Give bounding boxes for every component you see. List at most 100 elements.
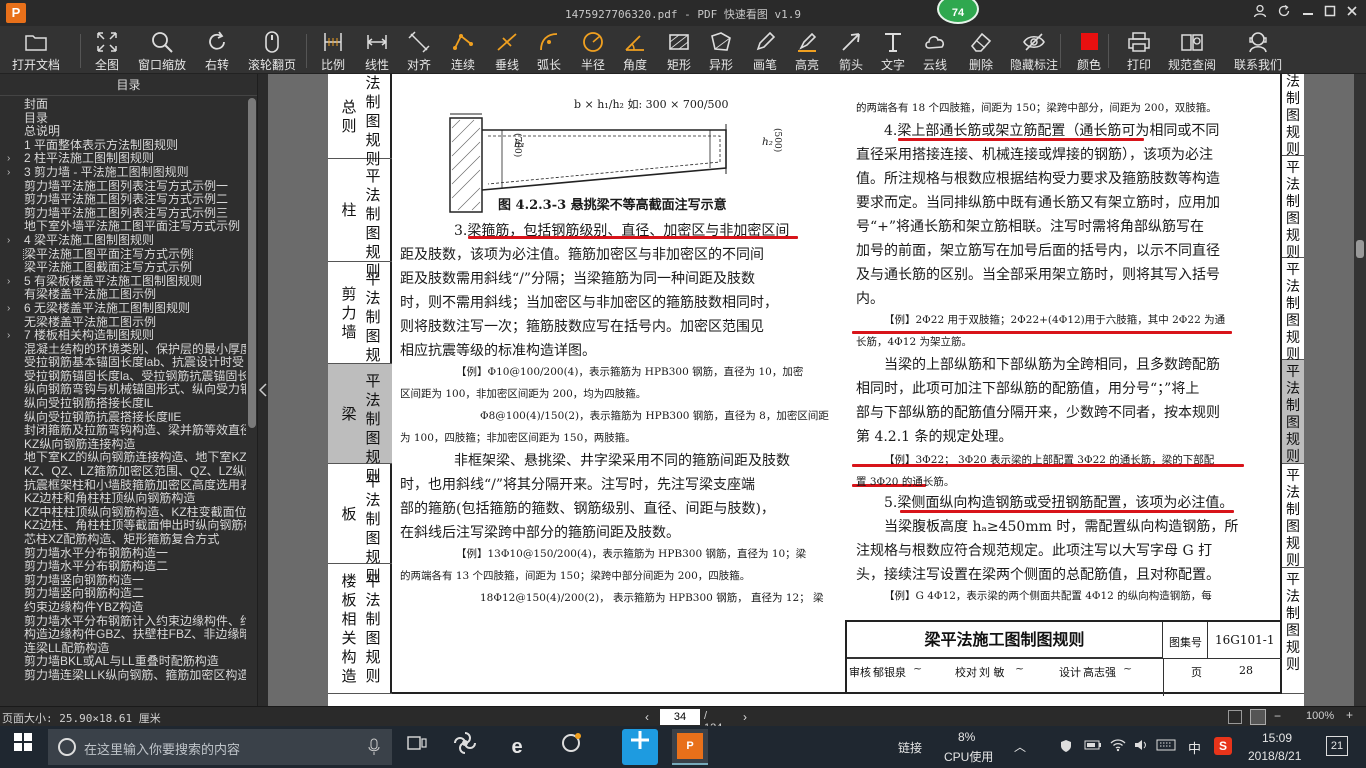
- toolbar-button-angle[interactable]: 角度: [620, 28, 650, 72]
- right-section-tab[interactable]: 法制图规则: [1282, 74, 1304, 158]
- toc-item[interactable]: › 2 柱平法施工图制图规则: [0, 152, 246, 166]
- toolbar-button-arc[interactable]: 弧长: [534, 28, 564, 72]
- toc-item[interactable]: 目录: [0, 112, 246, 126]
- toc-item[interactable]: 纵向钢筋弯钩与机械锚固形式、纵向受力钢: [0, 383, 246, 397]
- user-icon[interactable]: [1250, 4, 1270, 22]
- toolbar-button-text[interactable]: 文字: [878, 28, 908, 72]
- expand-arrow-icon[interactable]: ›: [7, 329, 10, 343]
- network-shield-icon[interactable]: [1060, 739, 1072, 756]
- sogou-ime-icon[interactable]: S: [1214, 737, 1232, 755]
- fan-app-icon[interactable]: [450, 732, 480, 762]
- toc-item[interactable]: 连梁LL配筋构造: [0, 642, 246, 656]
- right-section-tab[interactable]: 平法制图规则: [1282, 464, 1304, 569]
- toc-item[interactable]: 剪力墙连梁LLK纵向钢筋、箍筋加密区构造: [0, 669, 246, 683]
- left-section-tab[interactable]: 总则 法制图规则: [328, 74, 392, 168]
- taskbar-search-box[interactable]: 在这里输入你要搜索的内容: [48, 729, 392, 765]
- continuous-view-icon[interactable]: [1250, 709, 1266, 725]
- toc-item[interactable]: 剪力墙竖向钢筋构造二: [0, 587, 246, 601]
- windows-start-icon[interactable]: [8, 732, 38, 762]
- left-section-tab[interactable]: 楼板相关构造 平法制图规则: [328, 564, 392, 694]
- left-section-tab[interactable]: 板平法制图规则: [328, 464, 392, 585]
- left-section-tab[interactable]: 梁平法制图规则: [328, 364, 392, 485]
- toc-scrollbar[interactable]: [247, 98, 257, 704]
- toc-item[interactable]: 纵向受拉钢筋抗震搭接长度llE: [0, 411, 246, 425]
- zoom-out-icon[interactable]: −: [1274, 709, 1281, 723]
- toc-item[interactable]: KZ纵向钢筋连接构造: [0, 438, 246, 452]
- prev-page-chevron-icon[interactable]: ‹: [640, 708, 654, 726]
- toc-item[interactable]: 混凝土结构的环境类别、保护层的最小厚度: [0, 343, 246, 357]
- toc-item[interactable]: 1 平面整体表示方法制图规则: [0, 139, 246, 153]
- close-icon[interactable]: [1342, 4, 1362, 22]
- toolbar-button-cloud[interactable]: 云线: [920, 28, 950, 72]
- right-section-tab[interactable]: 平法制图规则: [1282, 568, 1304, 694]
- battery-icon[interactable]: [1084, 739, 1102, 754]
- left-section-tab[interactable]: 柱平法制图规则: [328, 159, 392, 280]
- ime-indicator[interactable]: 中: [1188, 738, 1201, 757]
- toolbar-button-perpendicular[interactable]: 垂线: [492, 28, 522, 72]
- toc-item[interactable]: 构造边缘构件GBZ、扶壁柱FBZ、非边缘暗柱: [0, 628, 246, 642]
- toc-item[interactable]: 封面: [0, 98, 246, 112]
- clock-date[interactable]: 2018/8/21: [1248, 749, 1301, 763]
- expand-arrow-icon[interactable]: ›: [7, 234, 10, 248]
- toc-item[interactable]: 地下室KZ的纵向钢筋连接构造、地下室KZ的: [0, 451, 246, 465]
- single-page-view-icon[interactable]: [1228, 710, 1242, 724]
- toc-item[interactable]: › 6 无梁楼盖平法施工图制图规则: [0, 302, 246, 316]
- toolbar-button-pen[interactable]: 画笔: [750, 28, 780, 72]
- toc-item[interactable]: 剪力墙竖向钢筋构造一: [0, 574, 246, 588]
- expand-arrow-icon[interactable]: ›: [7, 275, 10, 289]
- toc-item[interactable]: 剪力墙水平分布钢筋构造二: [0, 560, 246, 574]
- collapse-sidebar-chevron-icon[interactable]: [258, 380, 268, 400]
- toc-item[interactable]: KZ边柱、角柱柱顶等截面伸出时纵向钢筋构: [0, 519, 246, 533]
- toc-item[interactable]: KZ、QZ、LZ箍筋加密区范围、QZ、LZ纵向钢: [0, 465, 246, 479]
- document-viewport[interactable]: 总则法制图规则柱平法制图规则剪力墙平法制图规则梁平法制图规则板平法制图规则楼板相…: [268, 74, 1354, 706]
- clock-time[interactable]: 15:09: [1262, 731, 1292, 745]
- right-section-tab[interactable]: 平法制图规则: [1282, 258, 1304, 363]
- toc-item[interactable]: 剪力墙平法施工图列表注写方式示例一: [0, 180, 246, 194]
- toc-item[interactable]: 剪力墙平法施工图列表注写方式示例三: [0, 207, 246, 221]
- tray-chevron-up-icon[interactable]: ︿: [1014, 738, 1026, 755]
- toc-item[interactable]: KZ中柱柱顶纵向钢筋构造、KZ柱变截面位置: [0, 506, 246, 520]
- toc-item[interactable]: › 7 楼板相关构造制图规则: [0, 329, 246, 343]
- refresh-icon[interactable]: [1274, 4, 1294, 22]
- toolbar-button-folder[interactable]: 打开文档: [12, 28, 60, 72]
- toc-item[interactable]: 总说明: [0, 125, 246, 139]
- toc-item[interactable]: 受拉钢筋基本锚固长度lab、抗震设计时受: [0, 356, 246, 370]
- next-page-chevron-icon[interactable]: ›: [738, 708, 752, 726]
- left-section-tab[interactable]: 剪力墙平法制图规则: [328, 262, 392, 383]
- toc-item[interactable]: 剪力墙水平分布钢筋构造一: [0, 547, 246, 561]
- toolbar-button-highlight[interactable]: 高亮: [792, 28, 822, 72]
- document-scroll-thumb[interactable]: [1356, 240, 1364, 258]
- toc-item[interactable]: 剪力墙BKL或AL与LL重叠时配筋构造: [0, 655, 246, 669]
- volume-icon[interactable]: [1134, 738, 1150, 755]
- link-label[interactable]: 链接: [898, 739, 922, 756]
- toc-item[interactable]: 梁平法施工图平面注写方式示例: [0, 247, 246, 262]
- toc-item[interactable]: 剪力墙平法施工图列表注写方式示例二: [0, 193, 246, 207]
- toolbar-button-fit[interactable]: 全图: [92, 28, 122, 72]
- toolbar-button-book[interactable]: 规范查阅: [1166, 28, 1218, 72]
- toc-item[interactable]: › 5 有梁板楼盖平法施工图制图规则: [0, 275, 246, 289]
- toolbar-button-zoom[interactable]: 窗口缩放: [138, 28, 186, 72]
- toc-item[interactable]: 封闭箍筋及拉筋弯钩构造、梁并筋等效直径: [0, 424, 246, 438]
- document-scrollbar[interactable]: [1354, 74, 1366, 706]
- toolbar-button-rectangle[interactable]: 矩形: [664, 28, 694, 72]
- zoom-in-icon[interactable]: +: [1346, 708, 1353, 722]
- toolbar-button-print[interactable]: 打印: [1124, 28, 1154, 72]
- toc-item[interactable]: › 4 梁平法施工图制图规则: [0, 234, 246, 248]
- microphone-icon[interactable]: [368, 738, 380, 761]
- toc-scroll-thumb[interactable]: [248, 98, 256, 428]
- puzzle-app-icon[interactable]: [622, 729, 658, 765]
- toolbar-button-align[interactable]: 对齐: [404, 28, 434, 72]
- expand-arrow-icon[interactable]: ›: [7, 166, 10, 180]
- toolbar-button-eye-hide[interactable]: 隐藏标注: [1008, 28, 1060, 72]
- toolbar-button-continuous[interactable]: 连续: [448, 28, 478, 72]
- toolbar-button-mouse[interactable]: 滚轮翻页: [248, 28, 296, 72]
- toc-item[interactable]: 抗震框架柱和小墙肢箍筋加密区高度选用表: [0, 479, 246, 493]
- expand-arrow-icon[interactable]: ›: [7, 152, 10, 166]
- right-section-tab[interactable]: 平法制图规则: [1282, 360, 1304, 465]
- page-number-input[interactable]: [660, 709, 700, 725]
- toc-item[interactable]: 剪力墙水平分布钢筋计入约束边缘构件、约: [0, 615, 246, 629]
- toc-item[interactable]: KZ边柱和角柱柱顶纵向钢筋构造: [0, 492, 246, 506]
- toc-item[interactable]: 芯柱XZ配筋构造、矩形箍筋复合方式: [0, 533, 246, 547]
- expand-arrow-icon[interactable]: ›: [7, 302, 10, 316]
- toc-item[interactable]: 地下室外墙平法施工图平面注写方式示例: [0, 220, 246, 234]
